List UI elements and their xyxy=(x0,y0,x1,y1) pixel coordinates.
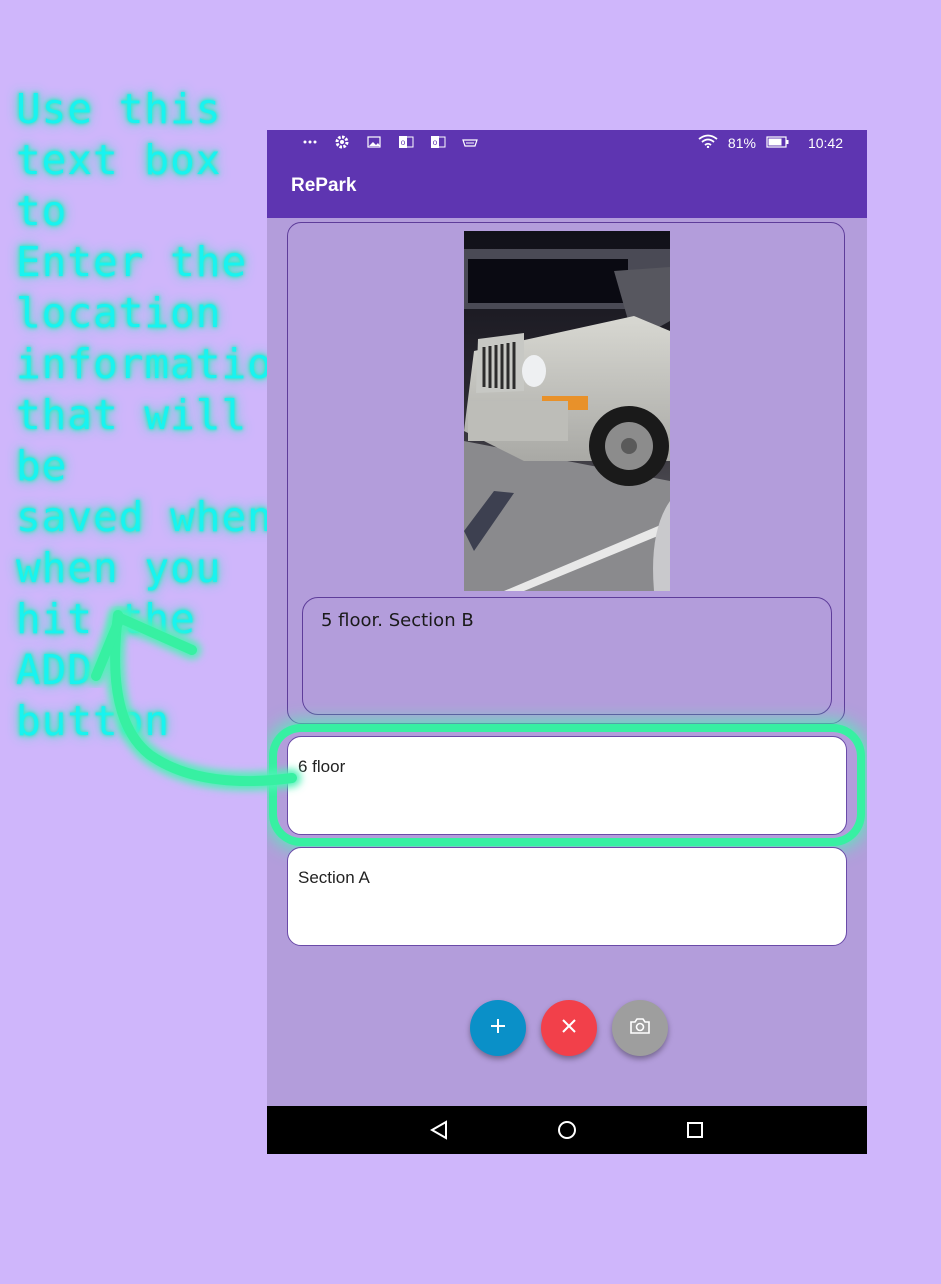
phone-screen: o o 81% 10:42 RePark 5 floor. Section B … xyxy=(267,130,867,1154)
app-bar: RePark xyxy=(267,154,867,218)
saved-note-text: 5 floor. Section B xyxy=(321,610,474,631)
annotation-line: button xyxy=(16,697,171,745)
annotation-line: hit the ADD xyxy=(16,595,196,694)
floor-input[interactable]: 6 floor xyxy=(287,736,847,835)
section-input[interactable]: Section A xyxy=(287,847,847,946)
plus-icon xyxy=(490,1018,506,1039)
annotation-line: location xyxy=(16,289,222,337)
annotation-line: when you xyxy=(16,544,222,592)
annotation-line: text box to xyxy=(16,136,222,235)
outlook-icon: o xyxy=(429,134,447,150)
car-photo xyxy=(464,231,670,591)
svg-text:o: o xyxy=(433,138,438,147)
annotation-line: Enter the xyxy=(16,238,248,286)
floor-input-value: 6 floor xyxy=(298,757,346,776)
back-icon[interactable] xyxy=(427,1118,451,1142)
annotation-line: saved when xyxy=(16,493,273,541)
settings-icon xyxy=(333,134,351,150)
outlook-icon: o xyxy=(397,134,415,150)
battery-percent: 81% xyxy=(727,134,756,151)
annotation-text: Use this text box to Enter the location … xyxy=(16,84,299,747)
clock: 10:42 xyxy=(807,134,843,151)
more-icon xyxy=(301,134,319,150)
svg-text:o: o xyxy=(401,138,406,147)
navigation-bar xyxy=(267,1106,867,1154)
wifi-icon xyxy=(698,134,718,151)
close-icon xyxy=(562,1018,576,1038)
app-title: RePark xyxy=(291,175,357,196)
saved-note-box: 5 floor. Section B xyxy=(302,597,832,715)
camera-button[interactable] xyxy=(612,1000,668,1056)
image-icon xyxy=(365,134,383,150)
camera-icon xyxy=(629,1017,651,1040)
battery-icon xyxy=(766,135,790,151)
saved-location-card: 5 floor. Section B xyxy=(287,222,845,724)
add-button[interactable] xyxy=(470,1000,526,1056)
annotation-line: Use this xyxy=(16,85,222,133)
section-input-value: Section A xyxy=(298,868,370,887)
status-bar: o o 81% 10:42 xyxy=(267,130,867,154)
amazon-icon xyxy=(461,134,479,150)
home-icon[interactable] xyxy=(555,1118,579,1142)
cancel-button[interactable] xyxy=(541,1000,597,1056)
annotation-line: that will be xyxy=(16,391,248,490)
recents-icon[interactable] xyxy=(683,1118,707,1142)
annotation-line: information xyxy=(16,340,299,388)
